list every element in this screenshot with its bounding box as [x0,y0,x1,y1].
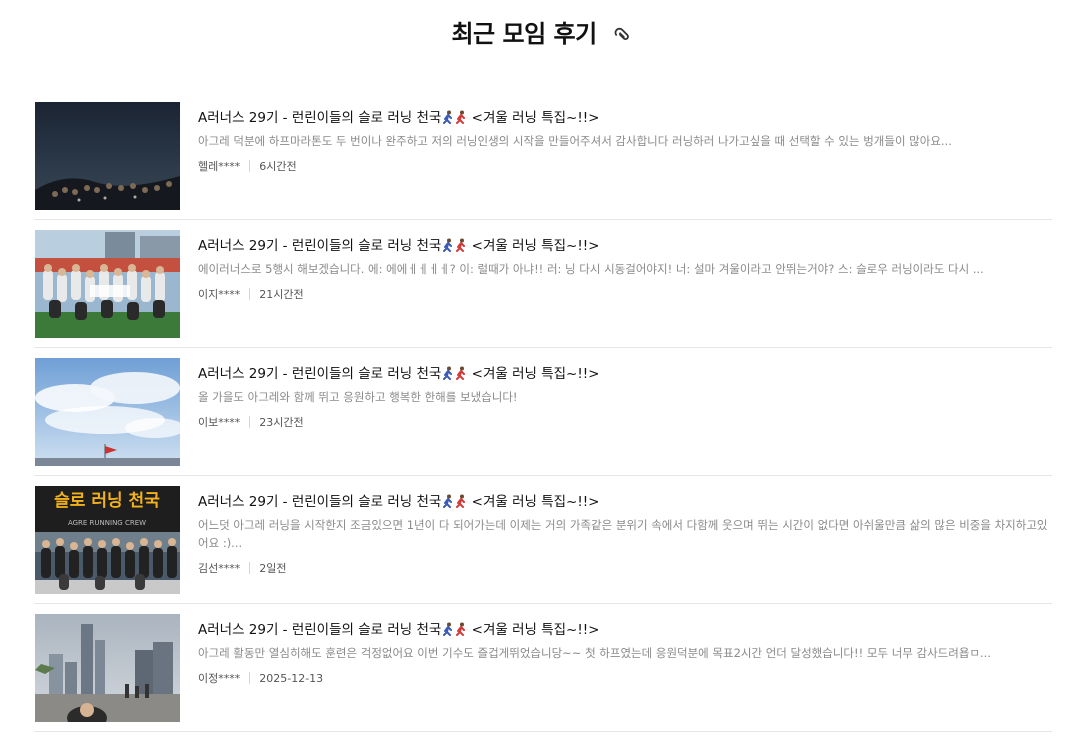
review-title-text: A러너스 29기 - 런린이들의 슬로 러닝 천국 [198,494,442,510]
runner-icon [442,494,454,508]
review-time: 6시간전 [259,160,297,173]
review-description: 아그레 덕분에 하프마라톤도 두 번이나 완주하고 저의 러닝인생의 시작을 만… [198,134,952,148]
review-title-tail: <겨울 러닝 특집~!!> [467,494,600,510]
review-title[interactable]: A러너스 29기 - 런린이들의 슬로 러닝 천국 <겨울 러닝 특집~!!> [198,106,1048,126]
review-title-tail: <겨울 러닝 특집~!!> [467,366,600,382]
review-item[interactable]: A러너스 29기 - 런린이들의 슬로 러닝 천국 <겨울 러닝 특집~!!> … [34,348,1052,476]
review-time: 2일전 [259,562,287,575]
runner-icon [442,110,454,124]
review-title-text: A러너스 29기 - 런린이들의 슬로 러닝 천국 [198,622,442,638]
thumb-banner-text: 슬로 러닝 천국 [54,491,160,511]
runner-icon [442,238,454,252]
review-title-text: A러너스 29기 - 런린이들의 슬로 러닝 천국 [198,110,442,126]
runner-icon [442,366,454,380]
review-thumbnail[interactable] [35,358,180,466]
review-title-tail: <겨울 러닝 특집~!!> [467,238,600,254]
paperclip-icon [611,20,635,50]
review-title[interactable]: A러너스 29기 - 런린이들의 슬로 러닝 천국 <겨울 러닝 특집~!!> [198,618,1048,638]
review-description: 아그레 활동만 열심히해도 훈련은 걱정없어요 이번 기수도 즐겁게뛰었습니당~… [198,646,991,660]
runner-icon [442,622,454,636]
thumb-banner-subtext: AGRE RUNNING CREW [68,519,146,527]
review-item[interactable]: A러너스 29기 - 런린이들의 슬로 러닝 천국 <겨울 러닝 특집~!!> … [34,220,1052,348]
meta-divider [249,416,251,428]
review-time: 23시간전 [259,416,304,429]
runner-icon [455,110,467,124]
review-thumbnail[interactable] [35,102,180,210]
review-description: 올 가을도 아그레와 함께 뛰고 응원하고 행복한 한해를 보냈습니다! [198,390,518,404]
review-author: 헬레**** [198,160,241,173]
review-title[interactable]: A러너스 29기 - 런린이들의 슬로 러닝 천국 <겨울 러닝 특집~!!> [198,362,1048,382]
review-author: 이지**** [198,288,241,301]
runner-icon [455,494,467,508]
review-title-text: A러너스 29기 - 런린이들의 슬로 러닝 천국 [198,238,442,254]
review-title[interactable]: A러너스 29기 - 런린이들의 슬로 러닝 천국 <겨울 러닝 특집~!!> [198,490,1048,510]
review-author: 이정**** [198,672,241,685]
runner-icon [455,238,467,252]
meta-divider [249,160,251,172]
meta-divider [249,288,251,300]
section-title: 최근 모임 후기 [0,14,1086,50]
review-thumbnail[interactable] [35,230,180,338]
review-time: 21시간전 [259,288,304,301]
review-item[interactable]: A러너스 29기 - 런린이들의 슬로 러닝 천국 <겨울 러닝 특집~!!> … [34,92,1052,220]
meta-divider [249,672,251,684]
review-title-tail: <겨울 러닝 특집~!!> [467,110,600,126]
review-time: 2025-12-13 [259,671,324,685]
review-meta: 김선**** 2일전 [198,560,1048,576]
review-author: 김선**** [198,562,241,575]
review-meta: 이지**** 21시간전 [198,286,1048,302]
review-title-text: A러너스 29기 - 런린이들의 슬로 러닝 천국 [198,366,442,382]
review-author: 이보**** [198,416,241,429]
section-title-text: 최근 모임 후기 [451,20,597,48]
review-thumbnail[interactable]: 슬로 러닝 천국 AGRE RUNNING CREW [35,486,180,594]
runner-icon [455,366,467,380]
review-list: A러너스 29기 - 런린이들의 슬로 러닝 천국 <겨울 러닝 특집~!!> … [34,92,1052,732]
runner-icon [455,622,467,636]
review-meta: 이보**** 23시간전 [198,414,1048,430]
review-title-tail: <겨울 러닝 특집~!!> [467,622,600,638]
meta-divider [249,562,251,574]
review-thumbnail[interactable] [35,614,180,722]
review-meta: 헬레**** 6시간전 [198,158,1048,174]
review-item[interactable]: A러너스 29기 - 런린이들의 슬로 러닝 천국 <겨울 러닝 특집~!!> … [34,604,1052,732]
review-description: 에이러너스로 5행시 해보겠습니다. 에: 에에ㅔㅔㅔㅔ? 이: 럴때가 아냐!… [198,262,984,276]
review-title[interactable]: A러너스 29기 - 런린이들의 슬로 러닝 천국 <겨울 러닝 특집~!!> [198,234,1048,254]
review-description: 어느덧 아그레 러닝을 시작한지 조금있으면 1년이 다 되어가는데 이제는 거… [198,518,1048,550]
review-meta: 이정**** 2025-12-13 [198,670,1048,686]
review-item[interactable]: 슬로 러닝 천국 AGRE RUNNING CREW A러너스 29기 - 런린… [34,476,1052,604]
